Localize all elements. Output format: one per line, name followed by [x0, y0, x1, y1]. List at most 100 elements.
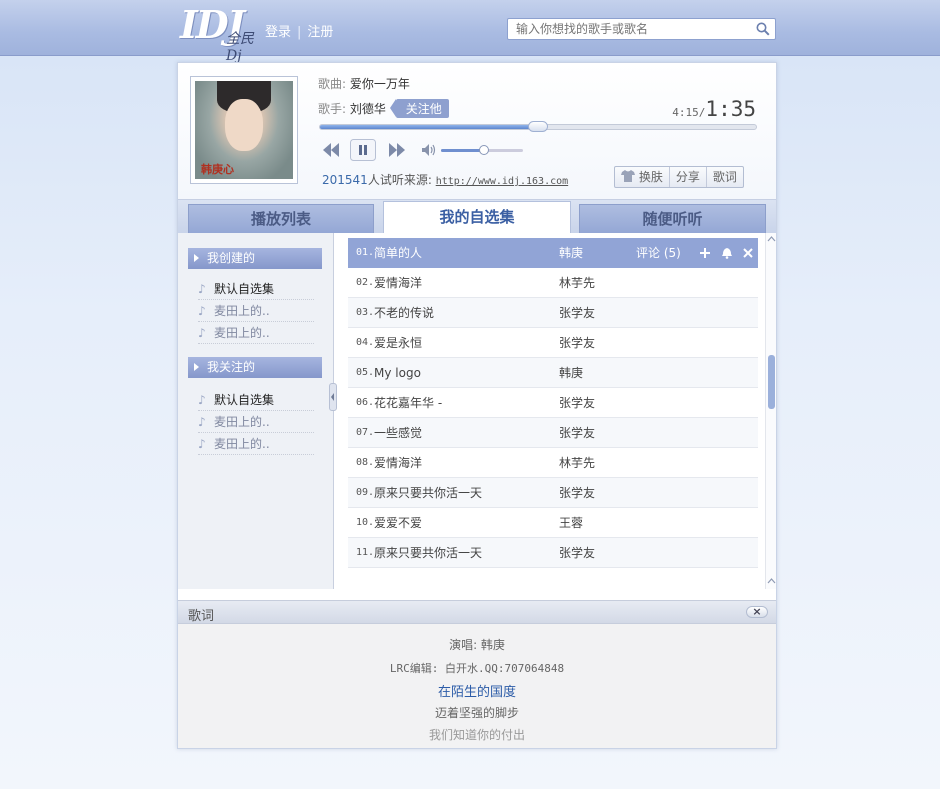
site-logo[interactable]: IDJ 全民Dj	[180, 2, 260, 64]
pause-icon[interactable]	[350, 139, 376, 161]
song-artist: 张学友	[559, 306, 596, 320]
top-bar: IDJ 全民Dj 登录 | 注册	[0, 0, 940, 64]
album-cover[interactable]: 韩庚心	[190, 76, 298, 184]
created-item-label: 麦田上的..	[214, 326, 270, 340]
tab-bar: 播放列表 我的自选集 随便听听	[178, 200, 776, 234]
comment-link[interactable]: 评论 (5)	[636, 238, 681, 268]
progress-bar[interactable]	[319, 121, 757, 132]
song-number: 09.	[356, 487, 375, 498]
source-link[interactable]: http://www.idj.163.com	[436, 176, 568, 187]
created-section-header[interactable]: 我创建的	[188, 248, 322, 269]
login-link[interactable]: 登录	[265, 25, 291, 40]
song-row[interactable]: 06. 花花嘉年华 - 张学友	[348, 388, 758, 418]
volume-slider[interactable]	[441, 145, 523, 155]
bell-icon[interactable]	[720, 246, 734, 260]
tab-playlist[interactable]: 播放列表	[188, 204, 374, 233]
created-item[interactable]: ♪ 麦田上的..	[198, 322, 314, 344]
music-note-icon: ♪	[198, 437, 206, 451]
search-box	[507, 18, 776, 40]
song-artist: 林芋先	[559, 276, 596, 290]
scroll-up-icon[interactable]	[767, 235, 776, 243]
music-note-icon: ♪	[198, 326, 206, 340]
song-row[interactable]: 03. 不老的传说 张学友	[348, 298, 758, 328]
song-info: 歌曲: 爱你一万年	[318, 75, 410, 92]
volume-fill	[441, 149, 484, 152]
listen-stats: 201541人试听来源: http://www.idj.163.com	[322, 171, 568, 188]
song-row[interactable]: 08. 爱情海洋 林芋先	[348, 448, 758, 478]
scroll-down-icon[interactable]	[767, 577, 776, 585]
song-title: 爱爱不爱	[374, 516, 423, 530]
followed-item[interactable]: ♪ 麦田上的..	[198, 411, 314, 433]
created-item[interactable]: ♪ 默认自选集	[198, 278, 314, 300]
song-row[interactable]: 07. 一些感觉 张学友	[348, 418, 758, 448]
song-row[interactable]: 11. 原来只要共你活一天 张学友	[348, 538, 758, 568]
lyrics-title: 歌词	[188, 609, 215, 624]
lyrics-close-button[interactable]: ×	[746, 606, 768, 618]
delete-icon[interactable]	[741, 246, 755, 260]
player: 韩庚心 歌曲: 爱你一万年 歌手: 刘德华 关注他 4:15/1:35 2015…	[178, 63, 776, 200]
sidebar-collapse-handle[interactable]	[329, 383, 337, 411]
song-number: 03.	[356, 307, 375, 318]
song-number: 11.	[356, 547, 375, 558]
created-item[interactable]: ♪ 麦田上的..	[198, 300, 314, 322]
search-icon[interactable]	[756, 22, 770, 36]
tab-my-collection[interactable]: 我的自选集	[383, 201, 571, 234]
listen-count: 201541	[322, 173, 368, 187]
music-note-icon: ♪	[198, 282, 206, 296]
skin-button[interactable]: 换肤	[615, 167, 670, 187]
song-artist: 张学友	[559, 546, 596, 560]
volume-icon[interactable]	[421, 143, 437, 157]
song-artist: 韩庚	[559, 246, 584, 260]
register-link[interactable]: 注册	[307, 25, 333, 40]
song-label: 歌曲:	[318, 77, 347, 91]
scrollbar-thumb[interactable]	[768, 355, 775, 409]
song-number: 05.	[356, 367, 375, 378]
song-row[interactable]: 04. 爱是永恒 张学友	[348, 328, 758, 358]
add-icon[interactable]	[698, 246, 712, 260]
search-input[interactable]	[508, 19, 748, 39]
song-title: My logo	[374, 366, 421, 380]
lyrics-button[interactable]: 歌词	[707, 167, 743, 187]
followed-item-label: 麦田上的..	[214, 437, 270, 451]
song-title: 花花嘉年华 -	[374, 396, 443, 410]
song-row[interactable]: 09. 原来只要共你活一天 张学友	[348, 478, 758, 508]
song-title: 原来只要共你活一天	[374, 546, 483, 560]
followed-item[interactable]: ♪ 麦田上的..	[198, 433, 314, 455]
song-artist: 韩庚	[559, 366, 584, 380]
song-artist: 张学友	[559, 426, 596, 440]
lyrics-panel: 演唱: 韩庚 LRC编辑: 白开水.QQ:707064848 在陌生的国度 迈着…	[178, 624, 776, 748]
lyric-line: 演唱: 韩庚	[449, 638, 505, 652]
share-button[interactable]: 分享	[670, 167, 707, 187]
list-scrollbar[interactable]	[765, 233, 776, 589]
link-divider: |	[297, 25, 302, 40]
song-row[interactable]: 01. 简单的人 韩庚 评论 (5)	[348, 238, 758, 268]
followed-item-label: 默认自选集	[214, 393, 275, 407]
song-artist: 张学友	[559, 336, 596, 350]
progress-fill	[320, 125, 538, 129]
follow-button[interactable]: 关注他	[389, 99, 449, 118]
singer-name[interactable]: 刘德华	[350, 102, 386, 116]
music-note-icon: ♪	[198, 415, 206, 429]
album-art: 韩庚心	[195, 81, 293, 179]
player-toolbar: 换肤 分享 歌词	[614, 166, 744, 188]
previous-icon[interactable]	[319, 139, 343, 161]
song-number: 08.	[356, 457, 375, 468]
song-number: 07.	[356, 427, 375, 438]
followed-item[interactable]: ♪ 默认自选集	[198, 389, 314, 411]
music-note-icon: ♪	[198, 393, 206, 407]
progress-handle[interactable]	[528, 121, 548, 132]
volume-handle[interactable]	[478, 145, 489, 155]
song-title: 爱你一万年	[349, 77, 410, 91]
song-artist: 张学友	[559, 396, 596, 410]
followed-section-header[interactable]: 我关注的	[188, 357, 322, 378]
song-artist: 王蓉	[559, 516, 584, 530]
created-item-label: 麦田上的..	[214, 304, 270, 318]
music-note-icon: ♪	[198, 304, 206, 318]
next-icon[interactable]	[385, 139, 409, 161]
song-row[interactable]: 05. My logo 韩庚	[348, 358, 758, 388]
tab-random[interactable]: 随便听听	[579, 204, 766, 233]
song-number: 02.	[356, 277, 375, 288]
song-title: 一些感觉	[374, 426, 423, 440]
song-row[interactable]: 02. 爱情海洋 林芋先	[348, 268, 758, 298]
song-row[interactable]: 10. 爱爱不爱 王蓉	[348, 508, 758, 538]
